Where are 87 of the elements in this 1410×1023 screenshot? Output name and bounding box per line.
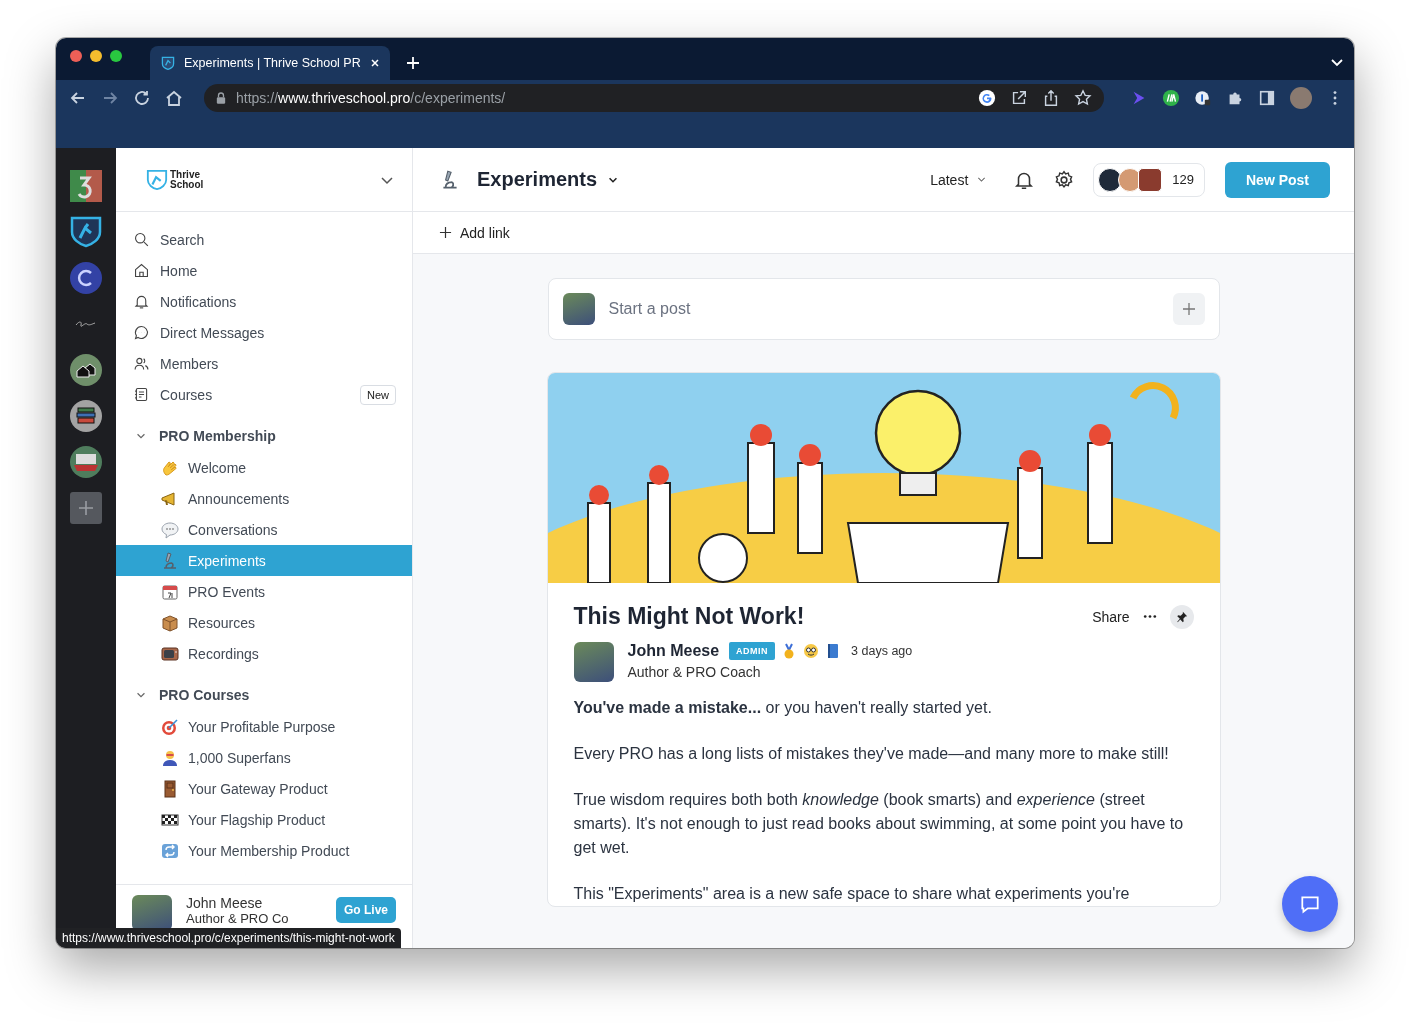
sort-dropdown[interactable]: Latest	[924, 170, 994, 189]
google-icon[interactable]	[978, 89, 996, 107]
cardboard-box-icon	[160, 612, 180, 633]
letter-circle-icon[interactable]	[70, 262, 102, 294]
pin-icon	[1175, 610, 1188, 623]
group-header[interactable]: PRO Membership	[116, 420, 412, 452]
user-role: Author & PRO Co	[186, 911, 289, 927]
smiley-glasses-icon	[803, 643, 820, 659]
space-item[interactable]: Announcements	[116, 483, 412, 514]
post-paragraph: True wisdom requires both both knowledge (book smarts) and experience (street smarts). It's not enough to just read books about swimming, at some point you have to get wet.	[573, 790, 1185, 858]
add-link-button[interactable]: Add link	[439, 224, 510, 241]
space-item[interactable]: Resources	[116, 607, 412, 638]
user-photo	[562, 293, 595, 325]
open-external-icon[interactable]	[1010, 89, 1028, 107]
tab-title: Experiments | Thrive School PR	[184, 56, 362, 70]
bell-icon	[133, 293, 150, 310]
ship-icon[interactable]	[70, 446, 102, 478]
status-url-tooltip: https://www.thriveschool.pro/c/experiments/this-might-not-work	[56, 928, 401, 948]
houses-icon[interactable]	[70, 354, 102, 386]
user-name: John Meese	[186, 895, 264, 911]
space-item[interactable]: Your Flagship Product	[116, 804, 412, 835]
url-text: https://www.thriveschool.pro/c/experiments/	[236, 90, 506, 106]
space-item[interactable]: Recordings	[116, 638, 412, 669]
add-button[interactable]	[1172, 293, 1205, 325]
shield-logo-icon	[146, 168, 168, 191]
shield-logo-icon[interactable]	[70, 216, 102, 248]
post-title: This Might Not Work!	[573, 603, 805, 630]
member-avatar	[1138, 167, 1163, 192]
space-item[interactable]: Your Profitable Purpose	[116, 711, 412, 742]
nav-item[interactable]: Direct Messages	[116, 317, 412, 348]
plus-icon	[439, 226, 452, 239]
share-icon[interactable]	[1042, 89, 1060, 107]
new-tab-icon[interactable]	[406, 56, 420, 70]
target-icon	[160, 716, 180, 737]
home-icon	[133, 262, 150, 279]
profile-avatar[interactable]	[1290, 87, 1312, 109]
share-button[interactable]: Share	[1092, 608, 1130, 625]
nav-item[interactable]: Notifications	[116, 286, 412, 317]
side-panel-icon[interactable]	[1258, 89, 1276, 107]
author-photo	[573, 642, 614, 682]
nav-item[interactable]: Search	[116, 224, 412, 255]
plus-icon	[1181, 302, 1196, 316]
reload-icon[interactable]	[132, 88, 152, 108]
space-item[interactable]: Conversations	[116, 514, 412, 545]
books-icon[interactable]	[70, 400, 102, 432]
post-paragraph: Every PRO has a long lists of mistakes they've made—and many more to make still!	[573, 744, 1170, 764]
school-logo[interactable]: Thrive School	[146, 168, 204, 191]
lock-icon	[216, 92, 226, 104]
space-item[interactable]: 1,000 Superfans	[116, 742, 412, 773]
members-button[interactable]: 129	[1093, 162, 1205, 197]
group-header[interactable]: PRO Courses	[116, 679, 412, 711]
user-photo	[132, 895, 172, 931]
space-item[interactable]: Welcome	[116, 452, 412, 483]
author-role: Author & PRO Coach	[627, 664, 762, 680]
number-tile-icon[interactable]	[70, 170, 102, 202]
space-item[interactable]: PRO Events	[116, 576, 412, 607]
more-options-icon[interactable]	[1141, 614, 1158, 619]
star-icon[interactable]	[1074, 89, 1092, 107]
post-paragraph: This "Experiments" area is a new safe space to share what experiments you're	[573, 884, 1131, 904]
space-item[interactable]: Your Gateway Product	[116, 773, 412, 804]
nav-item[interactable]: Home	[116, 255, 412, 286]
post-time: 3 days ago	[851, 644, 913, 658]
composer-placeholder: Start a post	[608, 300, 691, 318]
browser-tab[interactable]: Experiments | Thrive School PR	[150, 46, 390, 80]
address-bar[interactable]: https://www.thriveschool.pro/c/experiments/	[204, 84, 1104, 112]
maximize-window-button[interactable]	[110, 50, 122, 62]
chat-bubble-icon	[133, 324, 150, 341]
minimize-window-button[interactable]	[90, 50, 102, 62]
shield-icon	[160, 55, 176, 71]
close-icon[interactable]	[370, 58, 380, 68]
composer-card[interactable]: Start a post	[547, 278, 1220, 340]
space-item[interactable]: Your Membership Product	[116, 835, 412, 866]
admin-badge: ADMIN	[729, 642, 776, 660]
letters-extension-icon[interactable]	[1162, 89, 1180, 107]
search-icon	[133, 231, 150, 248]
people-icon	[133, 355, 150, 372]
speech-bubble-icon	[160, 519, 180, 540]
home-icon[interactable]	[164, 88, 184, 108]
author-name[interactable]: John Meese	[627, 642, 720, 660]
post-paragraph: You've made a mistake... or you haven't really started yet.	[573, 698, 993, 718]
book-icon	[133, 386, 150, 403]
close-window-button[interactable]	[70, 50, 82, 62]
nav-item[interactable]: Courses New	[116, 379, 412, 410]
nav-item[interactable]: Members	[116, 348, 412, 379]
space-title: Experiments	[477, 168, 598, 191]
pin-button[interactable]	[1169, 604, 1194, 629]
new-badge: New	[360, 384, 396, 405]
